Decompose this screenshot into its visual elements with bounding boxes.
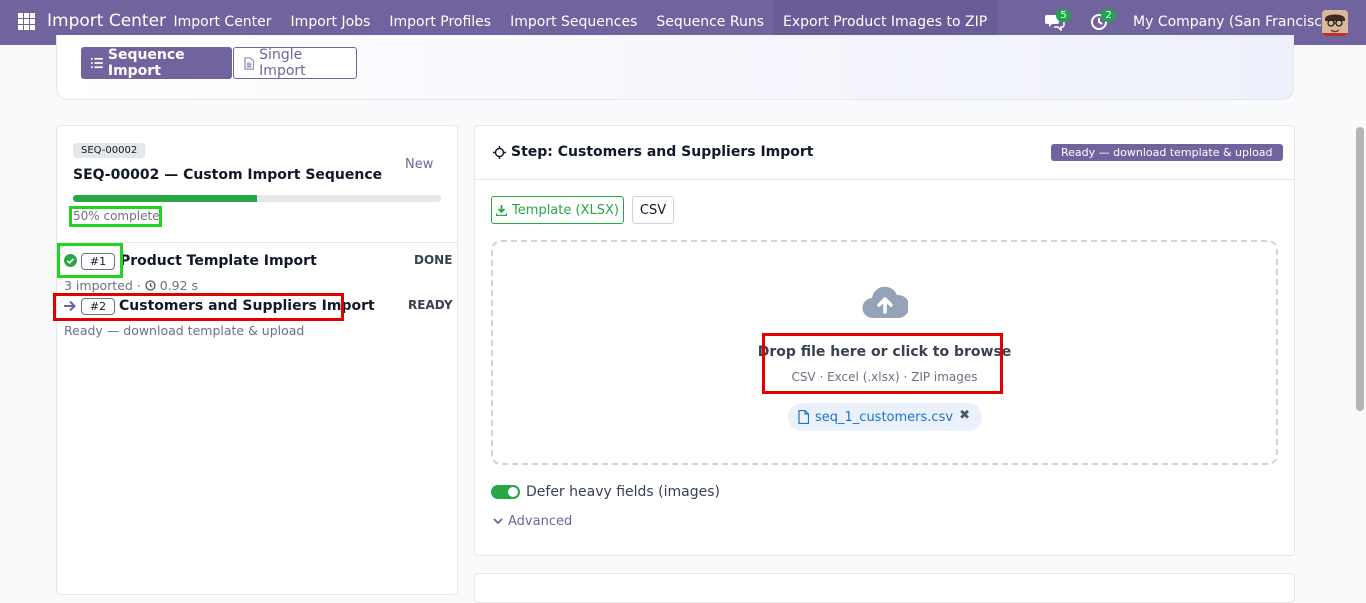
highlight-step-2 [53,293,344,321]
template-xlsx-button[interactable]: Template (XLSX) [491,196,624,224]
cloud-upload-icon [862,286,908,319]
user-avatar[interactable] [1322,10,1348,36]
defer-heavy-fields-label: Defer heavy fields (images) [526,484,721,500]
advanced-toggle[interactable]: Advanced [493,514,572,529]
selected-file-name: seq_1_customers.csv [815,409,954,425]
next-panel [474,573,1295,603]
sequence-title: SEQ-00002 — Custom Import Sequence [73,167,383,183]
remove-file-button[interactable]: ✖ [959,408,970,423]
activities-badge: 2 [1101,9,1116,22]
clock-icon [145,280,156,291]
list-icon [91,57,103,69]
download-icon [496,204,508,216]
step-1-duration: 0.92 s [159,278,199,293]
chevron-down-icon [493,518,503,525]
step-2-meta: Ready — download template & upload [64,323,305,338]
file-icon [798,410,809,424]
sequence-import-label: Sequence Import [107,47,185,79]
highlight-dropzone [762,333,1003,394]
apps-menu-icon[interactable] [18,13,35,30]
file-icon [244,56,255,70]
single-import-label: Single Import [259,47,306,79]
single-import-button[interactable]: Single Import [233,47,357,79]
step-1-meta: 3 imported · 0.92 s [64,278,198,293]
step-2-state: READY [408,298,453,312]
step-panel-title: Step: Customers and Suppliers Import [493,144,813,160]
defer-heavy-fields-toggle[interactable] [491,485,520,499]
highlight-progress [69,206,162,227]
avatar-face-icon [1322,10,1348,36]
crosshair-icon [493,145,506,159]
messages-badge: 5 [1056,9,1071,22]
page-scrollbar[interactable] [1356,127,1364,411]
step-1-name: Product Template Import [120,253,317,269]
step-1-imported: 3 imported · [64,278,141,293]
sequence-status: New [405,157,434,172]
step-status-badge: Ready — download template & upload [1051,144,1283,161]
sequence-import-button[interactable]: Sequence Import [81,47,232,79]
app-brand[interactable]: Import Center [47,11,166,31]
selected-file-chip: seq_1_customers.csv ✖ [788,403,982,431]
step-panel-divider [475,179,1294,180]
sequence-progress-bar [73,195,441,202]
company-switcher[interactable]: My Company (San Francisco) [1133,14,1336,30]
template-xlsx-label: Template (XLSX) [512,202,619,218]
messages-button[interactable]: 5 [1045,9,1071,35]
highlight-step-1 [57,243,123,278]
step-panel-title-text: Step: Customers and Suppliers Import [511,144,814,160]
step-1-state: DONE [414,253,453,267]
template-csv-button[interactable]: CSV [632,196,674,224]
activities-button[interactable]: 2 [1090,9,1116,35]
sequence-progress-fill [73,195,257,202]
sequence-code-badge: SEQ-00002 [73,143,146,158]
advanced-label: Advanced [508,514,573,529]
